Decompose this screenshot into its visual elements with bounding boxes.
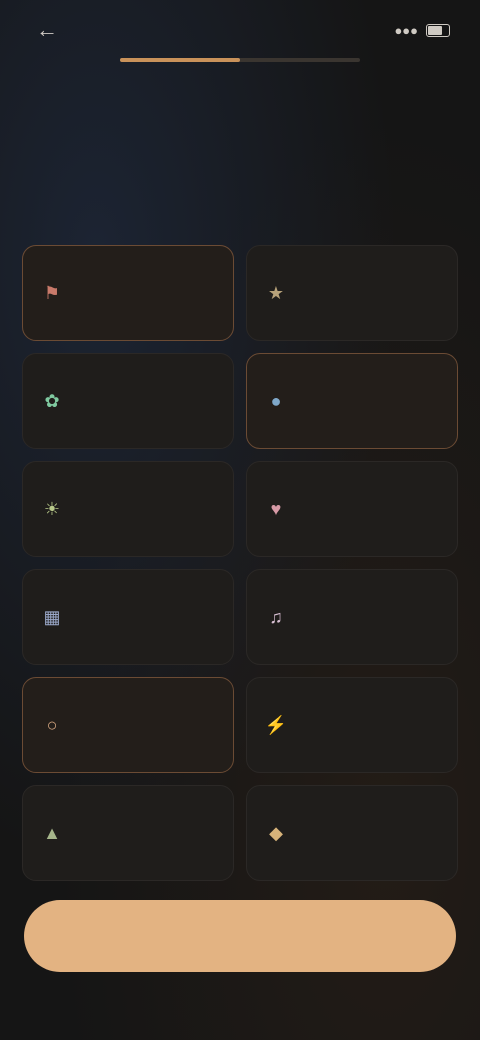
option-card[interactable]: ★ [246,245,458,341]
option-card[interactable]: ○ [22,677,234,773]
option-card[interactable]: ▦ [22,569,234,665]
options-grid: ⚑ ★ ✿ ● ☀ ♥ ▦ ♫ ○ ⚡ ▲ ◆ [22,245,458,881]
option-card[interactable]: ♥ [246,461,458,557]
progress-bar [120,58,360,62]
continue-button[interactable] [24,900,456,972]
top-bar: ← ●●● [30,17,450,42]
bolt-icon: ⚡ [264,714,288,735]
signal-icon: ●●● [394,22,418,38]
globe-icon: ○ [46,714,58,735]
option-card[interactable]: ♫ [246,569,458,665]
drop-icon: ● [270,390,282,411]
option-card[interactable]: ● [246,353,458,449]
arrow-left-icon: ← [36,17,58,42]
sun-icon: ☀ [43,498,61,519]
option-card[interactable]: ☀ [22,461,234,557]
star-icon: ★ [267,282,285,303]
bulb-icon: ◆ [269,822,283,843]
option-card[interactable]: ◆ [246,785,458,881]
battery-icon [426,23,450,37]
heart-icon: ♥ [270,498,282,519]
progress-fill [120,58,240,62]
music-icon: ♫ [269,606,283,627]
leaf-icon: ✿ [44,390,60,411]
book-icon: ▦ [43,606,61,627]
option-card[interactable]: ⚡ [246,677,458,773]
flag-icon: ⚑ [43,282,61,303]
option-card[interactable]: ✿ [22,353,234,449]
back-button[interactable]: ← [30,13,64,47]
option-card[interactable]: ⚑ [22,245,234,341]
onboarding-screen: ← ●●● ⚑ ★ ✿ ● ☀ ♥ ▦ ♫ ○ ⚡ ▲ ◆ [0,0,480,1040]
status-indicators: ●●● [386,23,450,38]
option-card[interactable]: ▲ [22,785,234,881]
chart-icon: ▲ [43,822,61,843]
